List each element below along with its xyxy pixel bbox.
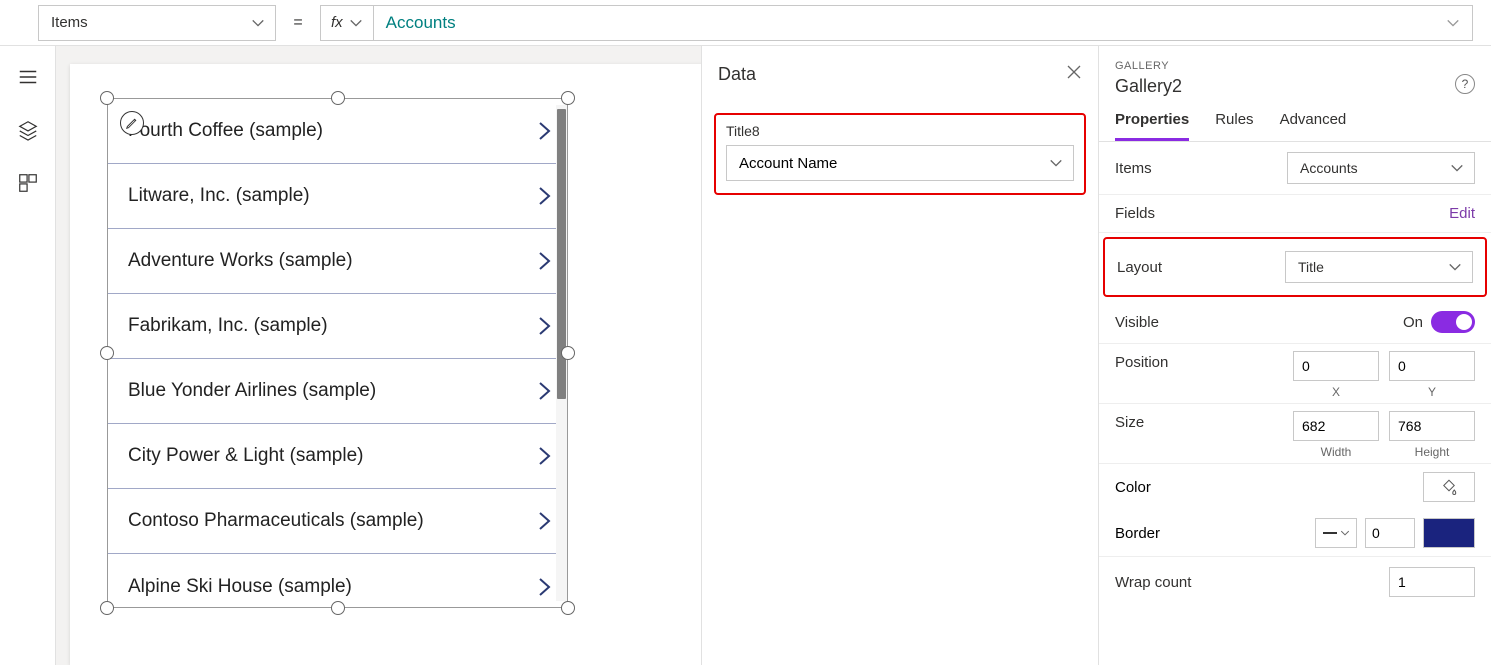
layers-icon <box>17 119 39 141</box>
help-button[interactable]: ? <box>1455 74 1475 94</box>
formula-input[interactable]: Accounts <box>373 5 1473 41</box>
left-rail <box>0 46 56 665</box>
items-select[interactable]: Accounts <box>1287 152 1475 184</box>
formula-bar: Items = fx Accounts <box>0 0 1491 46</box>
components-icon <box>17 172 39 194</box>
border-width-input[interactable] <box>1365 518 1415 548</box>
tab-advanced[interactable]: Advanced <box>1280 111 1347 141</box>
fill-icon <box>1440 478 1458 496</box>
chevron-right-icon <box>537 444 553 468</box>
visible-property-row: Visible On <box>1099 301 1491 344</box>
control-name: Gallery2 <box>1115 76 1475 97</box>
tabs: Properties Rules Advanced <box>1099 103 1491 142</box>
chevron-right-icon <box>537 249 553 273</box>
tab-properties[interactable]: Properties <box>1115 111 1189 141</box>
position-y-input[interactable] <box>1389 351 1475 381</box>
tab-rules[interactable]: Rules <box>1215 111 1253 141</box>
chevron-right-icon <box>537 119 553 143</box>
fill-color-button[interactable] <box>1423 472 1475 502</box>
color-property-row: Color <box>1099 464 1491 510</box>
resize-handle[interactable] <box>100 601 114 615</box>
title-field-highlight: Title8 Account Name <box>714 113 1086 195</box>
resize-handle[interactable] <box>561 601 575 615</box>
formula-value: Accounts <box>386 13 456 33</box>
items-property-row: Items Accounts <box>1099 142 1491 195</box>
chevron-down-icon <box>1340 526 1350 540</box>
gallery-list: Fourth Coffee (sample) Litware, Inc. (sa… <box>107 98 568 608</box>
field-label: Title8 <box>726 123 1074 139</box>
insert-button[interactable] <box>17 172 39 199</box>
chevron-down-icon <box>1446 16 1460 30</box>
gallery-item[interactable]: Fourth Coffee (sample) <box>108 99 567 164</box>
equals-sign: = <box>276 14 320 32</box>
resize-handle[interactable] <box>100 346 114 360</box>
resize-handle[interactable] <box>561 91 575 105</box>
properties-panel: GALLERY Gallery2 ? Properties Rules Adva… <box>1098 46 1491 665</box>
chevron-right-icon <box>537 379 553 403</box>
gallery-item[interactable]: Fabrikam, Inc. (sample) <box>108 294 567 359</box>
gallery-item[interactable]: Adventure Works (sample) <box>108 229 567 294</box>
wrap-count-input[interactable] <box>1389 567 1475 597</box>
chevron-right-icon <box>537 314 553 338</box>
property-selector[interactable]: Items <box>38 5 276 41</box>
height-input[interactable] <box>1389 411 1475 441</box>
border-property-row: Border <box>1099 510 1491 557</box>
border-style-select[interactable] <box>1315 518 1357 548</box>
layout-select[interactable]: Title <box>1285 251 1473 283</box>
pencil-icon <box>125 116 139 130</box>
close-icon <box>1066 64 1082 80</box>
chevron-right-icon <box>537 575 553 599</box>
chevron-down-icon <box>1448 260 1462 274</box>
chevron-down-icon <box>1049 156 1063 170</box>
gallery-item[interactable]: City Power & Light (sample) <box>108 424 567 489</box>
gallery-item[interactable]: Blue Yonder Airlines (sample) <box>108 359 567 424</box>
edit-gallery-button[interactable] <box>120 111 144 135</box>
fields-property-row: Fields Edit <box>1099 195 1491 233</box>
hamburger-icon <box>17 66 39 88</box>
canvas-area[interactable]: Fourth Coffee (sample) Litware, Inc. (sa… <box>56 46 1098 665</box>
fx-button[interactable]: fx <box>320 5 373 41</box>
chevron-down-icon <box>349 16 363 30</box>
control-type-label: GALLERY <box>1115 60 1475 72</box>
tree-view-button[interactable] <box>17 119 39 146</box>
size-property-row: Size Width Height <box>1099 404 1491 464</box>
title-field-select[interactable]: Account Name <box>726 145 1074 181</box>
layout-property-highlight: Layout Title <box>1103 237 1487 297</box>
resize-handle[interactable] <box>561 346 575 360</box>
chevron-down-icon <box>1450 161 1464 175</box>
width-input[interactable] <box>1293 411 1379 441</box>
close-button[interactable] <box>1066 64 1082 85</box>
resize-handle[interactable] <box>331 601 345 615</box>
gallery-control[interactable]: Fourth Coffee (sample) Litware, Inc. (sa… <box>101 92 574 614</box>
wrap-count-row: Wrap count <box>1099 557 1491 607</box>
hamburger-menu-button[interactable] <box>17 66 39 93</box>
border-color-button[interactable] <box>1423 518 1475 548</box>
edit-fields-link[interactable]: Edit <box>1449 205 1475 222</box>
resize-handle[interactable] <box>331 91 345 105</box>
gallery-item[interactable]: Contoso Pharmaceuticals (sample) <box>108 489 567 554</box>
position-x-input[interactable] <box>1293 351 1379 381</box>
chevron-down-icon <box>251 16 265 30</box>
chevron-right-icon <box>537 509 553 533</box>
chevron-right-icon <box>537 184 553 208</box>
gallery-item[interactable]: Litware, Inc. (sample) <box>108 164 567 229</box>
visible-toggle[interactable] <box>1431 311 1475 333</box>
property-selector-label: Items <box>51 14 88 31</box>
resize-handle[interactable] <box>100 91 114 105</box>
data-panel-title: Data <box>718 64 756 85</box>
position-property-row: Position X Y <box>1099 344 1491 404</box>
data-panel: Data Title8 Account Name <box>701 46 1098 665</box>
